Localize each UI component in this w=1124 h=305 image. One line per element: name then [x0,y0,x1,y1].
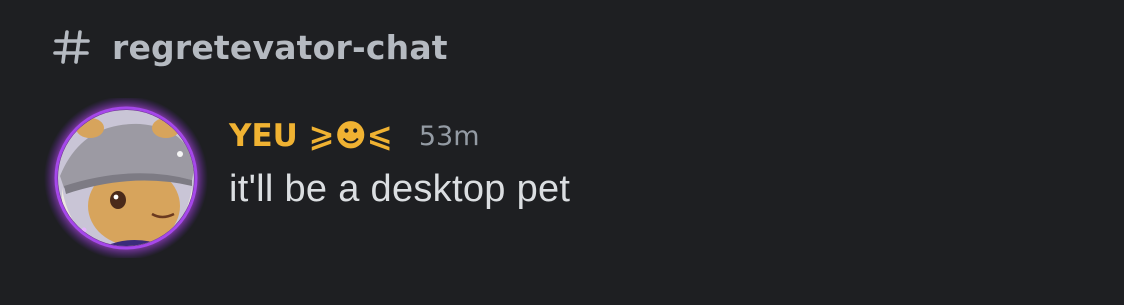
channel-header[interactable]: regretevator-chat [52,22,448,72]
user-avatar[interactable] [42,98,210,258]
message-content: it'll be a desktop pet [229,168,571,210]
hash-icon [53,30,90,64]
timestamp[interactable]: 53m [419,121,480,152]
channel-name: regretevator-chat [112,27,448,67]
message[interactable]: YEU ⩾☻⩽ 53m it'll be a desktop pet [229,112,570,211]
message-header: YEU ⩾☻⩽ 53m [229,112,570,160]
username[interactable]: YEU ⩾☻⩽ [229,118,393,154]
